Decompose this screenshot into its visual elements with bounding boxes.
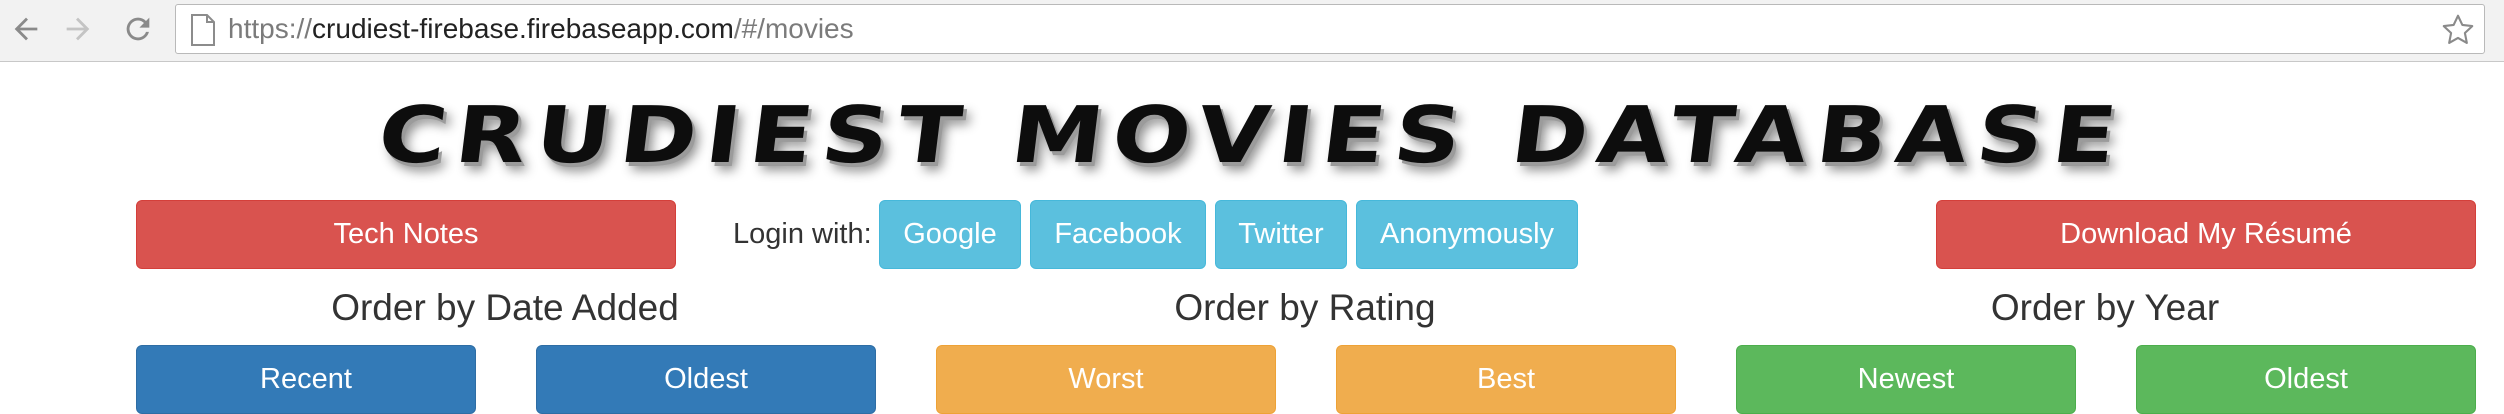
login-google-button[interactable]: Google [879, 200, 1021, 269]
page-icon [191, 14, 215, 46]
url-scheme: https:// [228, 13, 313, 44]
forward-arrow-icon[interactable] [58, 9, 98, 49]
site-title: Crudiest Movies Database [373, 91, 2131, 181]
reload-icon[interactable] [118, 9, 158, 49]
order-by-date-heading: Order by Date Added [331, 287, 679, 328]
url-text[interactable]: https://crudiest-firebase.firebaseapp.co… [228, 5, 854, 53]
address-bar[interactable]: https://crudiest-firebase.firebaseapp.co… [175, 4, 2485, 54]
bookmark-star-icon[interactable] [2440, 12, 2476, 48]
tech-notes-button[interactable]: Tech Notes [136, 200, 676, 269]
login-anonymously-button[interactable]: Anonymously [1356, 200, 1578, 269]
order-by-year-heading: Order by Year [1990, 287, 2220, 328]
login-facebook-button[interactable]: Facebook [1030, 200, 1206, 269]
back-arrow-icon[interactable] [6, 9, 46, 49]
url-host: crudiest-firebase.firebaseapp.com [312, 13, 734, 44]
login-label: Login with: [733, 218, 872, 250]
url-path: /#/movies [733, 13, 854, 44]
browser-toolbar: https://crudiest-firebase.firebaseapp.co… [0, 0, 2504, 62]
download-resume-button[interactable]: Download My Résumé [1936, 200, 2476, 269]
order-by-rating-heading: Order by Rating [1174, 287, 1436, 328]
login-twitter-button[interactable]: Twitter [1215, 200, 1347, 269]
